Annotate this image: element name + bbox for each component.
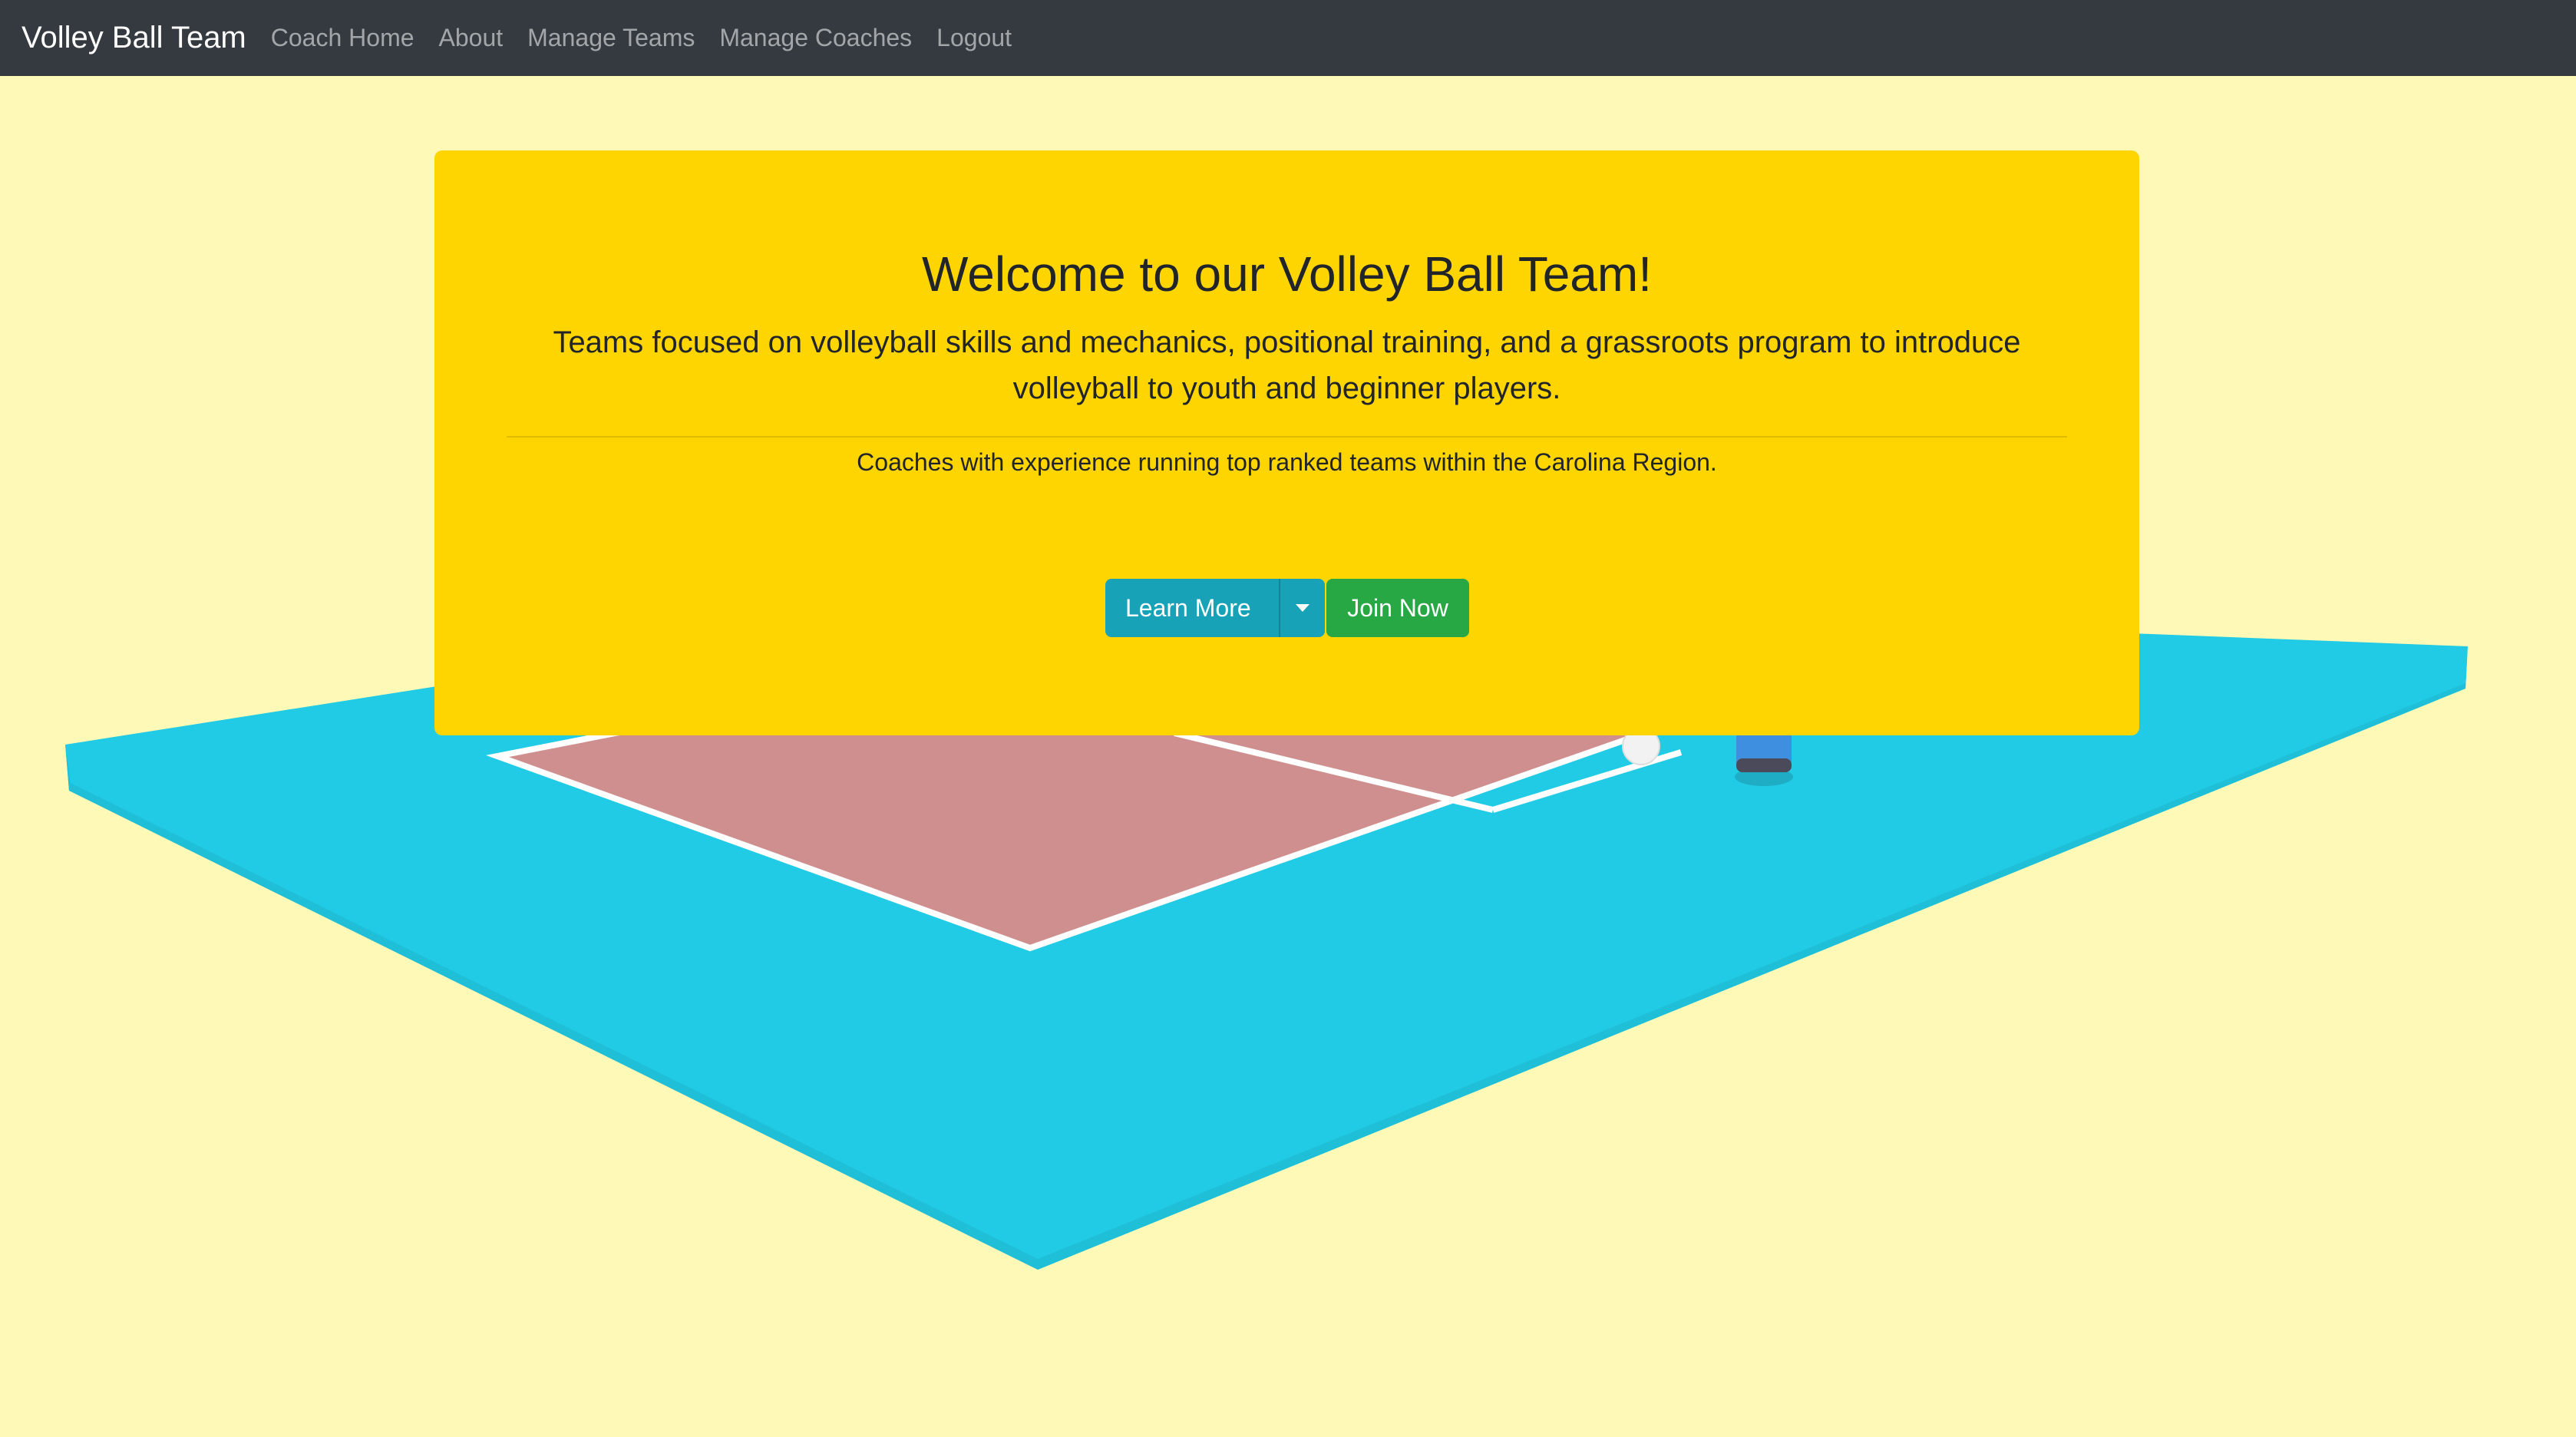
learn-more-dropdown-toggle[interactable] (1279, 579, 1325, 637)
nav-manage-coaches[interactable]: Manage Coaches (719, 24, 912, 52)
nav-about[interactable]: About (439, 24, 504, 52)
page-title: Welcome to our Volley Ball Team! (922, 246, 1652, 302)
welcome-jumbotron: Welcome to our Volley Ball Team! Teams f… (434, 150, 2139, 735)
nav-manage-teams[interactable]: Manage Teams (527, 24, 695, 52)
action-buttons: Learn More Join Now (1105, 579, 1469, 637)
chevron-down-icon (1296, 604, 1309, 612)
divider (507, 436, 2067, 438)
top-navbar: Volley Ball Team Coach Home About Manage… (0, 0, 2576, 76)
learn-more-button[interactable]: Learn More (1105, 579, 1279, 637)
coaches-text: Coaches with experience running top rank… (857, 448, 1717, 476)
brand-link[interactable]: Volley Ball Team (21, 21, 246, 55)
nav-coach-home[interactable]: Coach Home (271, 24, 414, 52)
nav-logout[interactable]: Logout (936, 24, 1012, 52)
lead-text: Teams focused on volleyball skills and m… (553, 325, 2021, 405)
join-now-button[interactable]: Join Now (1326, 579, 1469, 637)
player-marker (1735, 729, 1793, 786)
